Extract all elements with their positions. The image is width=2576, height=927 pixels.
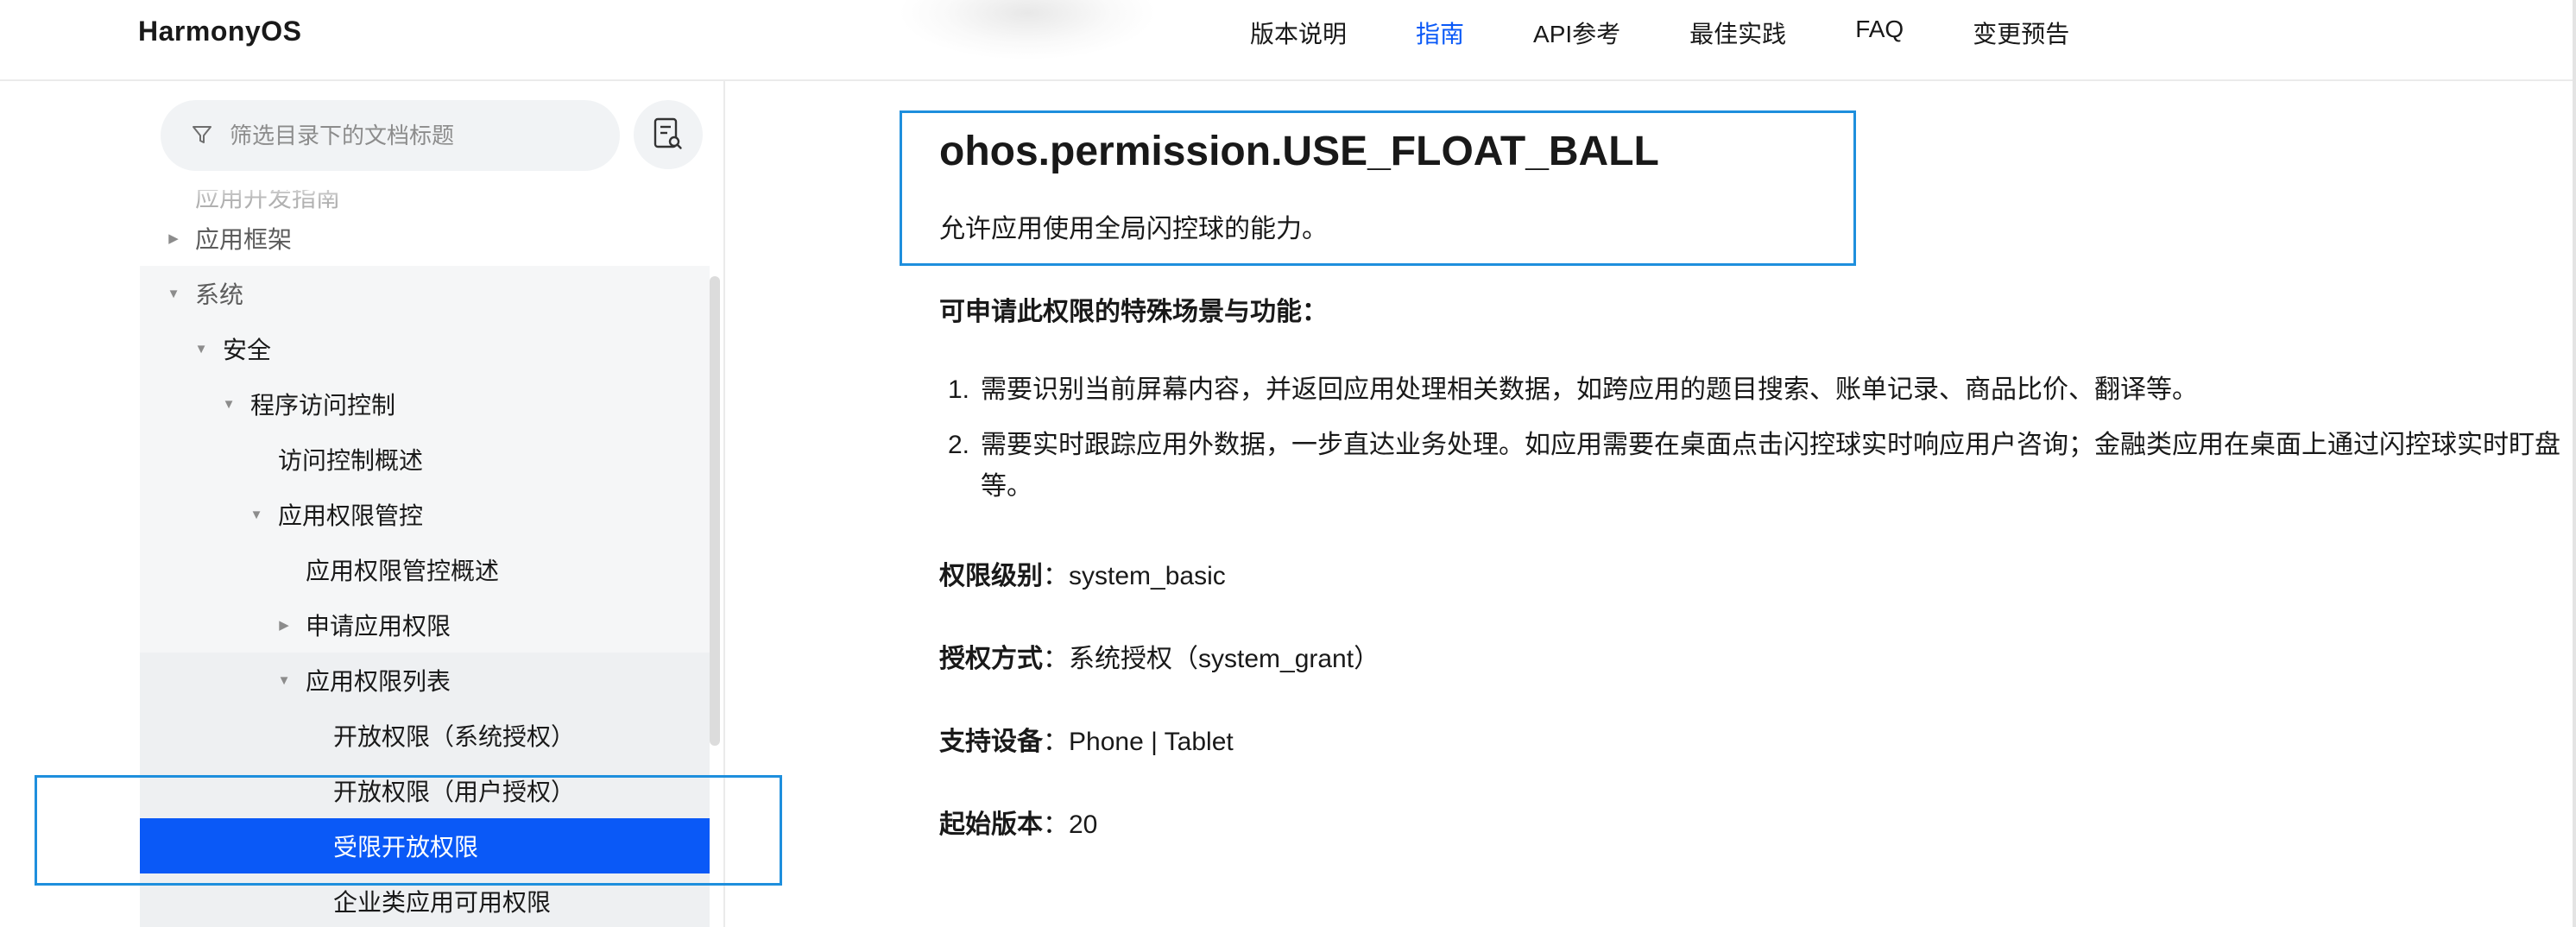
list-item-number: 1. — [948, 375, 970, 404]
tree-item-enterprise-permissions[interactable]: 企业类应用可用权限 — [140, 873, 710, 927]
chevron-down-icon[interactable]: ▼ — [249, 507, 264, 522]
nav-item-faq[interactable]: FAQ — [1855, 16, 1904, 50]
chevron-down-icon[interactable]: ▼ — [276, 672, 292, 688]
tree-item-label: 应用权限管控 — [278, 502, 424, 529]
property-grant-mode: 授权方式：系统授权（system_grant） — [939, 645, 1380, 673]
sidebar-scrollbar-thumb[interactable] — [710, 276, 720, 746]
nav-item-best-practices[interactable]: 最佳实践 — [1689, 16, 1786, 50]
tree-item-label: 受限开放权限 — [333, 834, 479, 861]
top-navigation-bar: HarmonyOS 版本说明 指南 API参考 最佳实践 FAQ 变更预告 — [0, 0, 2576, 81]
filter-box[interactable] — [161, 100, 620, 171]
tree-item-security[interactable]: ▼ 安全 — [140, 321, 710, 376]
tree-item-access-control[interactable]: ▼ 程序访问控制 — [140, 376, 710, 432]
chevron-down-icon[interactable]: ▼ — [166, 286, 181, 301]
tree-item-label: 应用权限管控概述 — [306, 558, 500, 584]
property-value: 系统授权（system_grant） — [1069, 645, 1380, 673]
property-key: 起始版本 — [939, 810, 1043, 839]
tree-item-label: 访问控制概述 — [278, 447, 424, 474]
property-key: 权限级别 — [939, 562, 1043, 590]
chevron-down-icon[interactable]: ▼ — [221, 396, 237, 412]
property-key: 授权方式 — [939, 645, 1043, 673]
tree-item-label: 应用框架 — [195, 226, 293, 253]
tree-item-label: 开放权限（用户授权） — [333, 779, 576, 805]
tree-item-label: 程序访问控制 — [250, 392, 396, 419]
page-title: ohos.permission.USE_FLOAT_BALL — [939, 129, 1659, 174]
nav-item-change-notice[interactable]: 变更预告 — [1973, 16, 2069, 50]
tree-item-label: 系统 — [195, 281, 244, 308]
tree-item-label: 应用权限列表 — [306, 668, 451, 695]
nav-item-api-reference[interactable]: API参考 — [1533, 16, 1620, 50]
list-item-text: 需要识别当前屏幕内容，并返回应用处理相关数据，如跨应用的题目搜索、账单记录、商品… — [981, 375, 2198, 404]
property-value: system_basic — [1069, 562, 1226, 590]
harmonyos-logo[interactable]: HarmonyOS — [138, 16, 301, 47]
tree-item-permission-management[interactable]: ▼ 应用权限管控 — [140, 487, 710, 542]
tree-top-fade — [140, 171, 710, 202]
property-value: 20 — [1069, 810, 1098, 839]
tree-item-open-permissions-user[interactable]: 开放权限（用户授权） — [140, 763, 710, 818]
tree-item-label: 开放权限（系统授权） — [333, 723, 576, 750]
tree-item-open-permissions-system[interactable]: 开放权限（系统授权） — [140, 708, 710, 763]
tree-item-label: 企业类应用可用权限 — [333, 889, 552, 916]
property-supported-devices: 支持设备：Phone | Tablet — [939, 728, 1234, 756]
list-item-text: 需要实时跟踪应用外数据，一步直达业务处理。如应用需要在桌面点击闪控球实时响应用户… — [981, 431, 2560, 501]
list-item-number: 2. — [948, 431, 970, 459]
sidebar-tree: 应用开发指南 ▶ 应用框架 ▼ 系统 ▼ 安全 ▼ 程序访问控制 访问控制概述 … — [140, 190, 710, 927]
property-value: Phone | Tablet — [1069, 728, 1234, 756]
sidebar-divider — [723, 81, 725, 927]
header-decoration — [898, 0, 1157, 60]
tree-item-restricted-permissions[interactable]: 受限开放权限 — [140, 818, 710, 873]
tree-item-label: 安全 — [223, 337, 272, 363]
page-scrollbar[interactable] — [2573, 0, 2576, 927]
property-start-version: 起始版本：20 — [939, 810, 1098, 839]
scenario-heading: 可申请此权限的特殊场景与功能： — [939, 298, 1328, 326]
property-key: 支持设备 — [939, 728, 1043, 756]
tree-item-permission-management-overview[interactable]: 应用权限管控概述 — [140, 542, 710, 597]
tree-item-permission-list[interactable]: ▼ 应用权限列表 — [140, 653, 710, 708]
filter-icon — [193, 126, 212, 143]
tree-item-access-control-overview[interactable]: 访问控制概述 — [140, 432, 710, 487]
tree-item-app-framework[interactable]: ▶ 应用框架 — [140, 211, 710, 266]
tree-item-system[interactable]: ▼ 系统 — [140, 266, 710, 321]
document-search-button[interactable] — [634, 100, 703, 169]
nav-item-release-notes[interactable]: 版本说明 — [1250, 16, 1347, 50]
chevron-right-icon[interactable]: ▶ — [276, 617, 292, 633]
property-permission-level: 权限级别：system_basic — [939, 562, 1226, 590]
document-search-icon — [653, 117, 682, 149]
tree-item-label: 申请应用权限 — [306, 613, 451, 640]
filter-input[interactable] — [230, 100, 592, 171]
chevron-right-icon[interactable]: ▶ — [166, 230, 181, 246]
tree-item-request-permissions[interactable]: ▶ 申请应用权限 — [140, 597, 710, 653]
nav-item-guide[interactable]: 指南 — [1416, 16, 1464, 50]
main-nav: 版本说明 指南 API参考 最佳实践 FAQ 变更预告 — [1250, 16, 2138, 50]
permission-description: 允许应用使用全局闪控球的能力。 — [939, 215, 1328, 243]
chevron-down-icon[interactable]: ▼ — [193, 341, 209, 356]
